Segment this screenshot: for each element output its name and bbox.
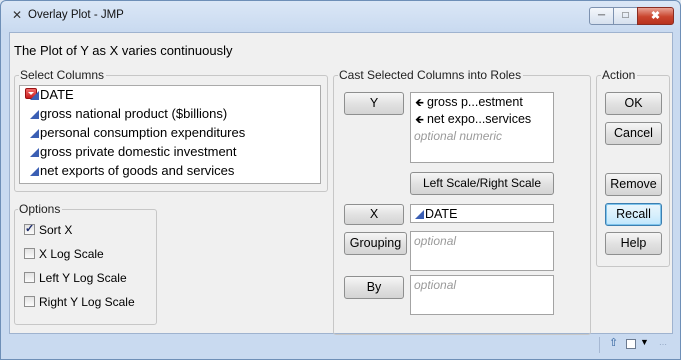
x-role-button[interactable]: X [344, 204, 404, 225]
column-item-pce[interactable]: personal consumption expenditures [30, 124, 245, 141]
continuous-icon [30, 91, 39, 100]
checkbox-icon[interactable] [626, 339, 636, 349]
select-columns-legend: Select Columns [19, 68, 107, 82]
dialog-heading: The Plot of Y as X varies continuously [14, 43, 233, 58]
left-right-scale-button[interactable]: Left Scale/Right Scale [410, 172, 554, 195]
grouping-role-button[interactable]: Grouping [344, 232, 407, 255]
dialog-content: The Plot of Y as X varies continuously S… [9, 32, 673, 335]
column-item-date[interactable]: DATE [30, 86, 74, 103]
left-y-log-scale-checkbox[interactable] [24, 272, 35, 283]
remove-button[interactable]: Remove [605, 173, 662, 196]
jmp-app-icon: ✕ [11, 8, 23, 22]
dialog-window: ✕ Overlay Plot - JMP ─ □ ✖ The Plot of Y… [0, 0, 681, 360]
close-button[interactable]: ✖ [637, 7, 674, 25]
window-title: Overlay Plot - JMP [28, 9, 124, 21]
status-bar: ⇧ ▼ ⋯ [9, 334, 673, 356]
x-role-box[interactable]: DATE [410, 204, 554, 223]
y-role-item-1[interactable]: 🡸 gross p...estment [415, 94, 523, 111]
options-legend: Options [18, 202, 63, 216]
y-role-placeholder: optional numeric [414, 129, 503, 143]
left-arrow-icon: 🡸 [415, 97, 424, 109]
title-bar[interactable]: ✕ Overlay Plot - JMP ─ □ ✖ [1, 1, 680, 31]
roles-legend: Cast Selected Columns into Roles [338, 68, 524, 82]
options-group: Options Sort X X Log Scale Left Y Log Sc… [14, 202, 157, 325]
continuous-icon [30, 129, 39, 138]
up-arrow-icon[interactable]: ⇧ [609, 336, 618, 349]
by-role-button[interactable]: By [344, 276, 404, 299]
status-separator [599, 337, 600, 353]
action-legend: Action [601, 68, 638, 82]
column-item-gnp[interactable]: gross national product ($billions) [30, 105, 227, 122]
right-y-log-scale-checkbox[interactable] [24, 296, 35, 307]
maximize-button[interactable]: □ [613, 7, 638, 25]
by-role-box[interactable]: optional [410, 275, 554, 315]
continuous-icon [30, 110, 39, 119]
column-item-net-exports[interactable]: net exports of goods and services [30, 162, 234, 179]
sort-x-checkbox[interactable] [24, 221, 35, 237]
ok-button[interactable]: OK [605, 92, 662, 115]
grouping-placeholder: optional [414, 234, 457, 248]
roles-group: Cast Selected Columns into Roles Y 🡸 gros… [333, 68, 591, 335]
cancel-button[interactable]: Cancel [605, 122, 662, 145]
column-list[interactable]: DATE gross national product ($billions) … [19, 85, 321, 184]
select-columns-group: Select Columns DATE gross national produ… [14, 68, 328, 192]
by-placeholder: optional [414, 278, 457, 292]
recall-button[interactable]: Recall [605, 203, 662, 226]
dropdown-arrow-icon[interactable]: ▼ [640, 337, 649, 347]
x-log-scale-checkbox[interactable] [24, 248, 35, 259]
column-item-gpdi[interactable]: gross private domestic investment [30, 143, 237, 160]
continuous-icon [30, 167, 39, 176]
minimize-button[interactable]: ─ [589, 7, 614, 25]
y-role-button[interactable]: Y [344, 92, 404, 115]
close-icon: ✖ [650, 10, 661, 22]
y-role-item-2[interactable]: 🡸 net expo...services [415, 111, 531, 128]
minimize-icon: ─ [597, 10, 606, 21]
continuous-icon [415, 210, 424, 219]
x-role-item[interactable]: DATE [415, 206, 457, 222]
left-arrow-icon: 🡸 [415, 114, 424, 126]
action-group: Action OK Cancel Remove Recall Help [596, 68, 670, 267]
continuous-icon [30, 148, 39, 157]
resize-grip-icon[interactable]: ⋯ [659, 341, 671, 354]
help-button[interactable]: Help [605, 232, 662, 255]
grouping-role-box[interactable]: optional [410, 231, 554, 271]
maximize-icon: □ [622, 10, 629, 21]
y-role-box[interactable]: 🡸 gross p...estment 🡸 net expo...services … [410, 92, 554, 163]
